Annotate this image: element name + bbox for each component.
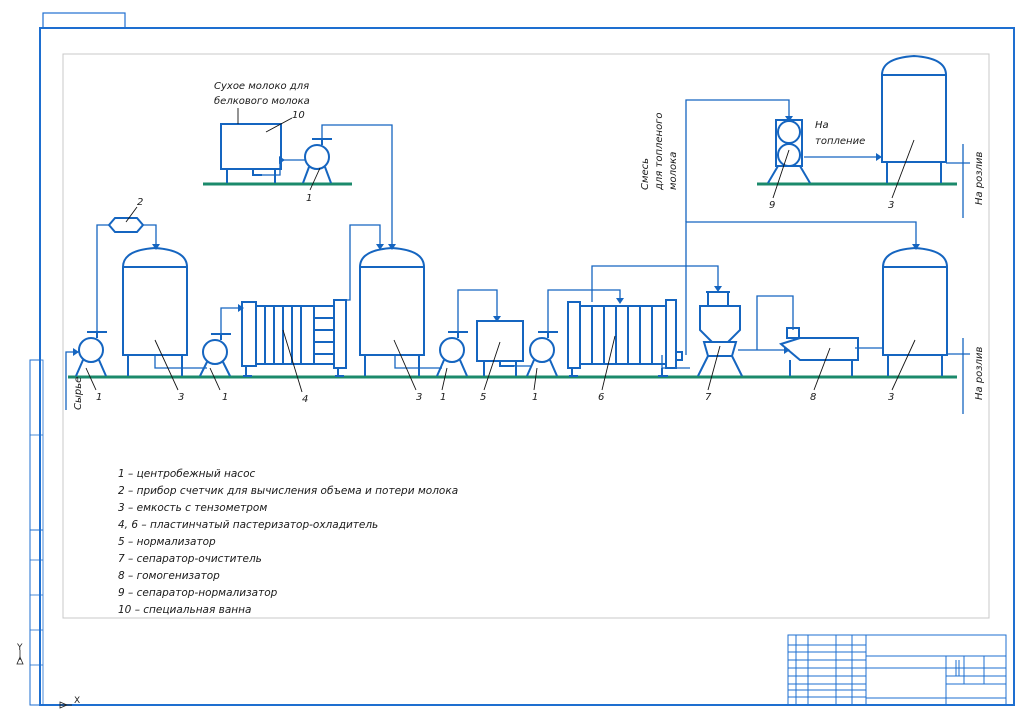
bottling-bottom-label: На розлив <box>974 347 985 401</box>
legend-item: 7 – сепаратор-очиститель <box>118 553 262 565</box>
legend-item: 3 – емкость с тензометром <box>118 502 267 514</box>
marker-1d: 1 <box>532 392 538 403</box>
marker-1e: 1 <box>306 193 312 204</box>
marker-8: 8 <box>810 392 816 403</box>
marker-2: 2 <box>137 197 143 208</box>
text-layer: 1 2 3 1 4 3 1 5 1 6 7 8 3 10 1 9 3 Сырье… <box>16 81 985 709</box>
marker-1c: 1 <box>440 392 446 403</box>
marker-1a: 1 <box>96 392 102 403</box>
legend: 1 – центробежный насос 2 – прибор счетчи… <box>118 468 458 616</box>
baked-mix-line-1: Смесь <box>640 158 651 190</box>
baked-mix-line-3: молока <box>668 152 679 190</box>
marker-10: 10 <box>292 110 305 121</box>
dry-milk-line-2: белкового молока <box>214 95 310 107</box>
legend-item: 5 – нормализатор <box>118 536 216 548</box>
legend-item: 4, 6 – пластинчатый пастеризатор-охладит… <box>118 519 378 531</box>
legend-item: 1 – центробежный насос <box>118 468 255 480</box>
marker-3c: 3 <box>888 392 894 403</box>
axis-x-label: X <box>74 696 80 706</box>
bottling-top-label: На розлив <box>974 152 985 206</box>
legend-item: 10 – специальная ванна <box>118 604 251 616</box>
marker-4: 4 <box>302 394 308 405</box>
to-baking-line-2: топление <box>815 136 865 147</box>
marker-1b: 1 <box>222 392 228 403</box>
legend-item: 8 – гомогенизатор <box>118 570 220 582</box>
dry-milk-line-1: Сухое молоко для <box>214 81 309 92</box>
baked-mix-line-2: для топленого <box>654 112 665 191</box>
marker-3d: 3 <box>888 200 894 211</box>
legend-item: 9 – сепаратор-нормализатор <box>118 587 278 599</box>
raw-label: Сырье <box>73 377 84 410</box>
marker-6: 6 <box>598 392 604 403</box>
to-baking-line-1: На <box>815 120 829 131</box>
marker-3b: 3 <box>416 392 422 403</box>
marker-3a: 3 <box>178 392 184 403</box>
legend-item: 2 – прибор счетчик для вычисления объема… <box>118 485 458 497</box>
marker-7: 7 <box>705 392 712 403</box>
marker-5: 5 <box>480 392 486 403</box>
axis-y-label: Y <box>16 643 23 653</box>
marker-9: 9 <box>769 200 775 211</box>
coordinate-axes-icon: Y X <box>16 643 80 709</box>
